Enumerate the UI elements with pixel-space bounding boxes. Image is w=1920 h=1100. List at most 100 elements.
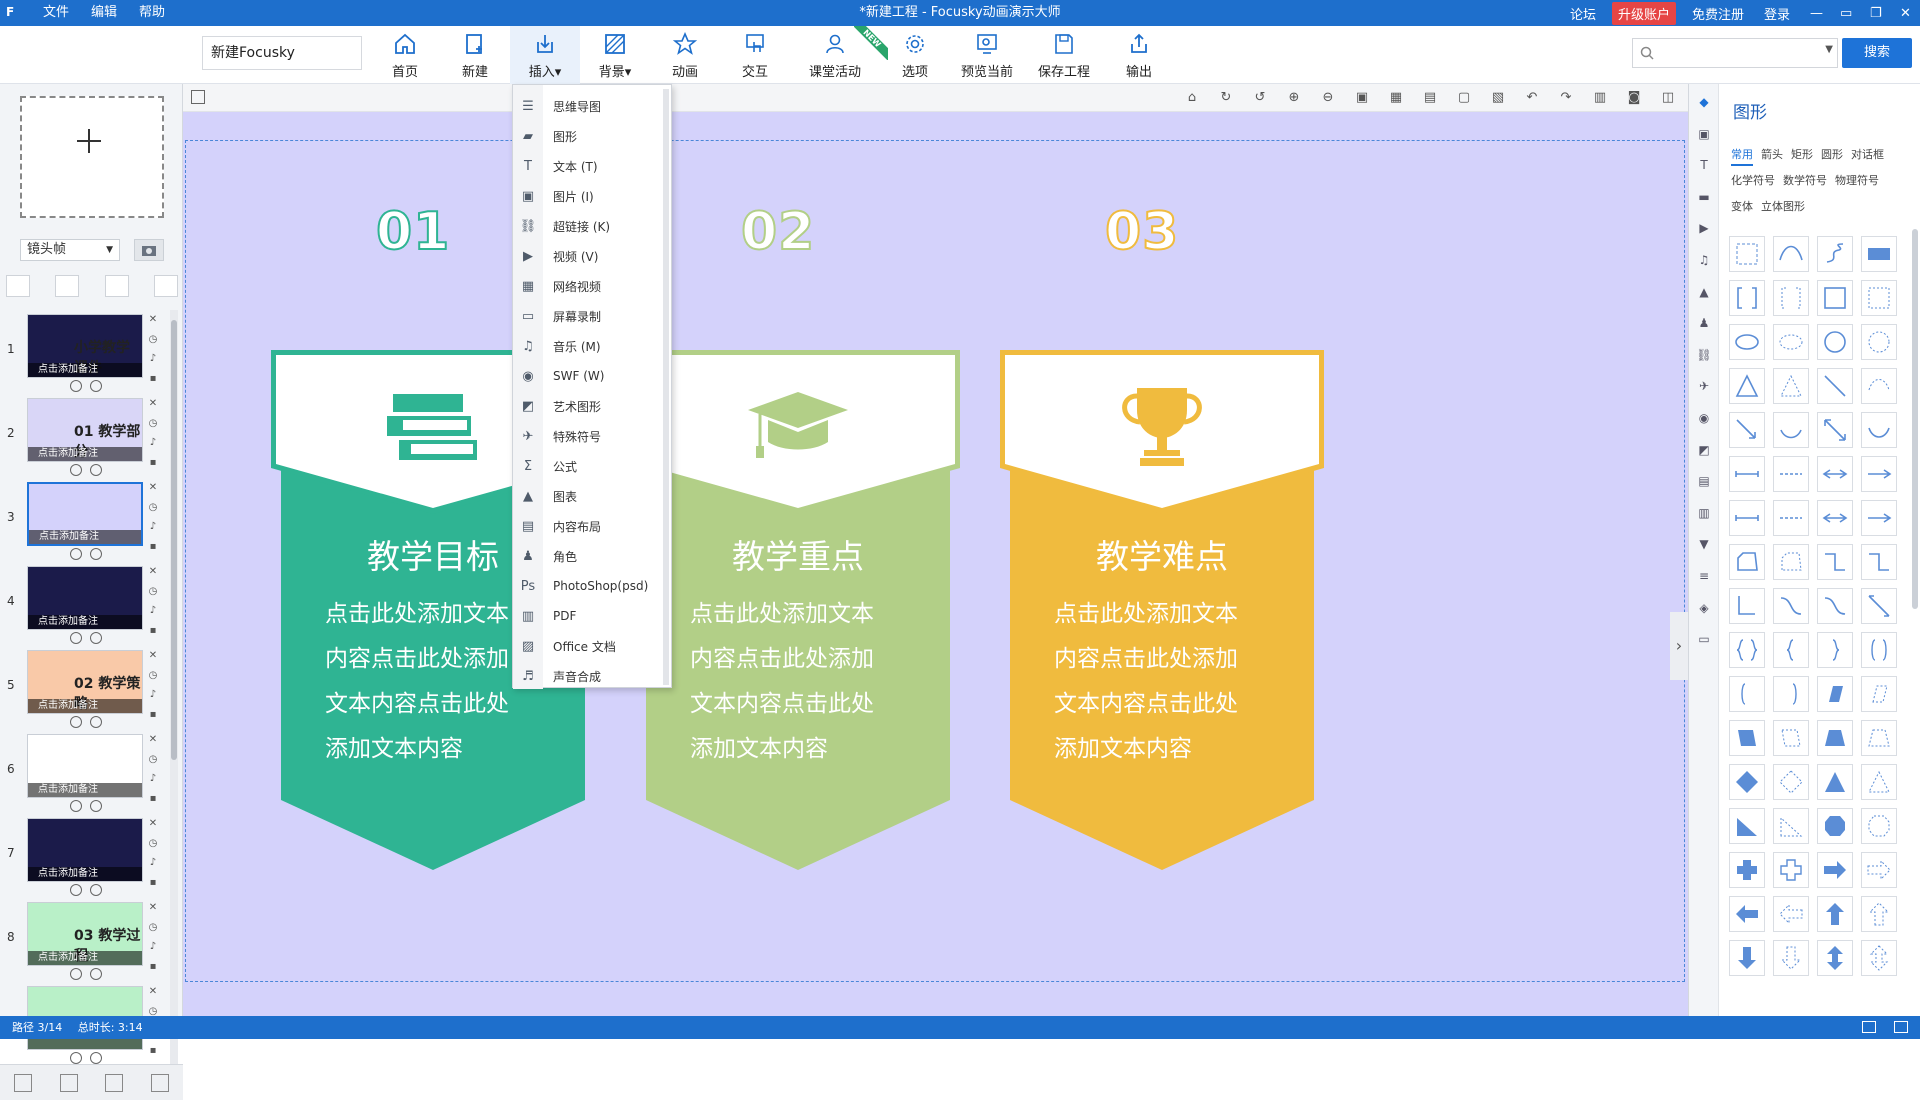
settings-icon[interactable] [90,632,102,644]
delete-slide-icon[interactable]: ✕ [149,734,157,745]
grid-view-icon[interactable] [153,275,178,297]
slide-thumbnail[interactable]: 点击添加备注 [27,818,143,882]
undo-icon[interactable]: ↶ [1524,90,1540,106]
group-icon[interactable]: ▤ [1422,90,1438,106]
shape-option[interactable] [1817,720,1853,756]
shape-option[interactable] [1773,852,1809,888]
shape-option[interactable] [1729,456,1765,492]
play-icon[interactable] [70,716,82,728]
shape-option[interactable] [1861,764,1897,800]
slide-menu-icon[interactable]: ▪ [150,1045,157,1056]
swf-tab-icon[interactable]: ◉ [1696,410,1712,426]
slide-note-caption[interactable]: 点击添加备注 [28,699,142,713]
close-button[interactable]: ✕ [1890,6,1920,21]
printer-icon[interactable]: ▭ [1696,631,1712,647]
shape-option[interactable] [1773,324,1809,360]
layers-icon[interactable]: ◈ [1696,600,1712,616]
card-number[interactable]: 03 [1104,201,1179,263]
card-body-line[interactable]: 点击此处添加文本 [1054,592,1294,637]
link-tab-icon[interactable]: ⛓ [1696,347,1712,363]
screenshot-icon[interactable]: ◙ [1626,90,1642,106]
rotate-right-icon[interactable]: ↻ [1218,90,1234,106]
shape-category-tab[interactable]: 数学符号 [1783,168,1827,194]
shape-option[interactable] [1729,808,1765,844]
timer-icon[interactable]: ◷ [149,922,158,933]
insert-menu-item[interactable]: ▦ 网络视频 [513,271,665,301]
card-body-line[interactable]: 添加文本内容 [690,727,930,772]
slide-menu-icon[interactable]: ▪ [150,457,157,468]
insert-menu-item[interactable]: ▣ 图片 (I) [513,181,665,211]
timer-icon[interactable]: ◷ [149,502,158,513]
music-tab-icon[interactable]: ♫ [1696,252,1712,268]
mic-icon[interactable]: ♪ [150,353,156,364]
shape-category-tab[interactable]: 常用 [1731,146,1753,166]
slide-thumbnail[interactable]: 点击添加备注 [27,566,143,630]
background-button[interactable]: 背景▾ [580,26,650,84]
slide-note-caption[interactable]: 点击添加备注 [28,783,142,797]
character-tab-icon[interactable]: ♟ [1696,315,1712,331]
redo-icon[interactable]: ↷ [1558,90,1574,106]
settings-icon[interactable] [90,464,102,476]
play-icon[interactable] [70,884,82,896]
card-title[interactable]: 教学重点 [636,530,960,578]
slide-menu-icon[interactable]: ▪ [150,373,157,384]
insert-menu-item[interactable]: ⛓ 超链接 (K) [513,211,665,241]
shape-option[interactable] [1861,544,1897,580]
insert-menu-item[interactable]: ◩ 艺术图形 [513,391,665,421]
scrollbar-thumb[interactable] [171,320,177,760]
play-icon[interactable] [70,800,82,812]
shape-option[interactable] [1729,368,1765,404]
slide-item[interactable]: 3 点击添加备注 ✕ ◷ ♪ ▪ [0,478,172,564]
shape-option[interactable] [1861,940,1897,976]
save-project-button[interactable]: 保存工程 [1024,26,1104,84]
copy-icon[interactable]: ▢ [1456,90,1472,106]
menu-file[interactable]: 文件 [32,0,80,26]
shape-option[interactable] [1861,456,1897,492]
shape-option[interactable] [1773,368,1809,404]
free-register-link[interactable]: 免费注册 [1682,4,1754,23]
home-button[interactable]: 首页 [370,26,440,84]
shape-category-tab[interactable]: 箭头 [1761,142,1783,168]
class-activity-button[interactable]: 课堂活动 NEW [790,26,888,84]
shape-option[interactable] [1773,896,1809,932]
camera-icon[interactable] [134,239,164,261]
settings-icon[interactable] [90,800,102,812]
insert-menu-item[interactable]: ♬ 声音合成 [513,661,665,691]
shape-option[interactable] [1773,236,1809,272]
menu-scrollbar[interactable] [663,89,669,685]
settings-icon[interactable] [90,548,102,560]
timer-icon[interactable]: ◷ [149,670,158,681]
upgrade-account-button[interactable]: 升级账户 [1611,1,1676,25]
copy-frame-icon[interactable] [105,1073,124,1092]
slide-thumbnail[interactable]: 01 教学部分点击添加备注 [27,398,143,462]
play-icon[interactable] [70,464,82,476]
card-body-line[interactable]: 内容点击此处添加 [690,637,930,682]
shape-option[interactable] [1861,368,1897,404]
slide-item[interactable]: 7 点击添加备注 ✕ ◷ ♪ ▪ [0,814,172,900]
frame-toggle-icon[interactable] [191,90,205,104]
history-icon[interactable]: ▥ [1592,90,1608,106]
settings-icon[interactable] [90,884,102,896]
insert-menu-item[interactable]: ◉ SWF (W) [513,361,665,391]
insert-menu-item[interactable]: ✈ 特殊符号 [513,421,665,451]
slide-menu-icon[interactable]: ▪ [150,961,157,972]
card-body-line[interactable]: 内容点击此处添加 [1054,637,1294,682]
window-icon[interactable] [1894,1021,1908,1033]
settings-icon[interactable] [90,380,102,392]
timer-icon[interactable]: ◷ [149,838,158,849]
card-body-line[interactable]: 文本内容点击此处 [1054,682,1294,727]
slide-item[interactable]: 4 点击添加备注 ✕ ◷ ♪ ▪ [0,562,172,648]
delete-slide-icon[interactable]: ✕ [149,650,157,661]
timer-icon[interactable]: ◷ [149,1006,158,1017]
mic-icon[interactable]: ♪ [150,437,156,448]
play-icon[interactable] [70,1052,82,1064]
shape-option[interactable] [1729,720,1765,756]
books-icon[interactable] [373,380,493,473]
shape-option[interactable] [1773,412,1809,448]
video-tab-icon[interactable]: ▶ [1696,220,1712,236]
timer-icon[interactable]: ◷ [149,334,158,345]
delete-slide-icon[interactable]: ✕ [149,566,157,577]
shape-option[interactable] [1729,632,1765,668]
card-body-line[interactable]: 点击此处添加文本 [690,592,930,637]
paste-icon[interactable]: ▧ [1490,90,1506,106]
